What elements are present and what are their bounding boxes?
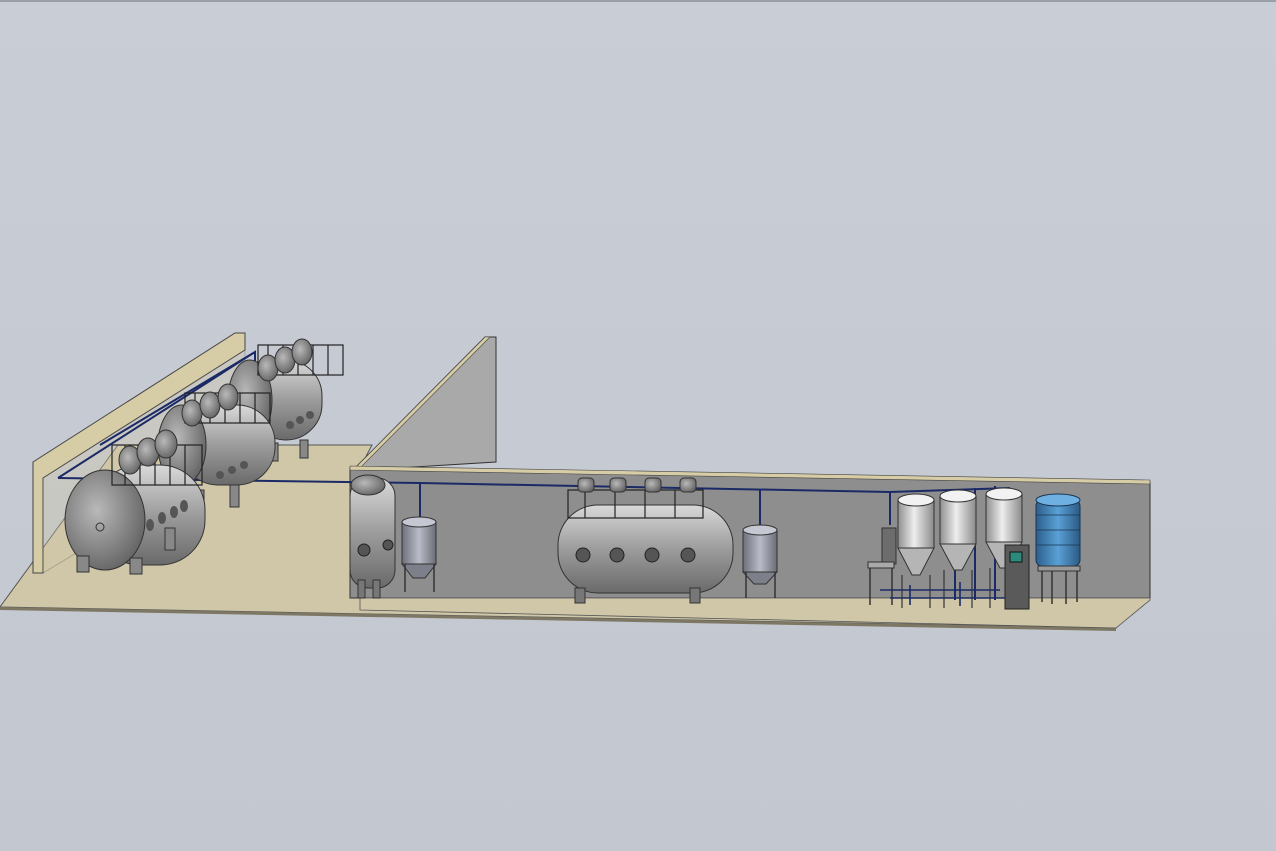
cad-3d-viewport[interactable]: [0, 0, 1276, 851]
end-view-vessel[interactable]: [349, 474, 396, 599]
partition-wall: [353, 336, 497, 471]
